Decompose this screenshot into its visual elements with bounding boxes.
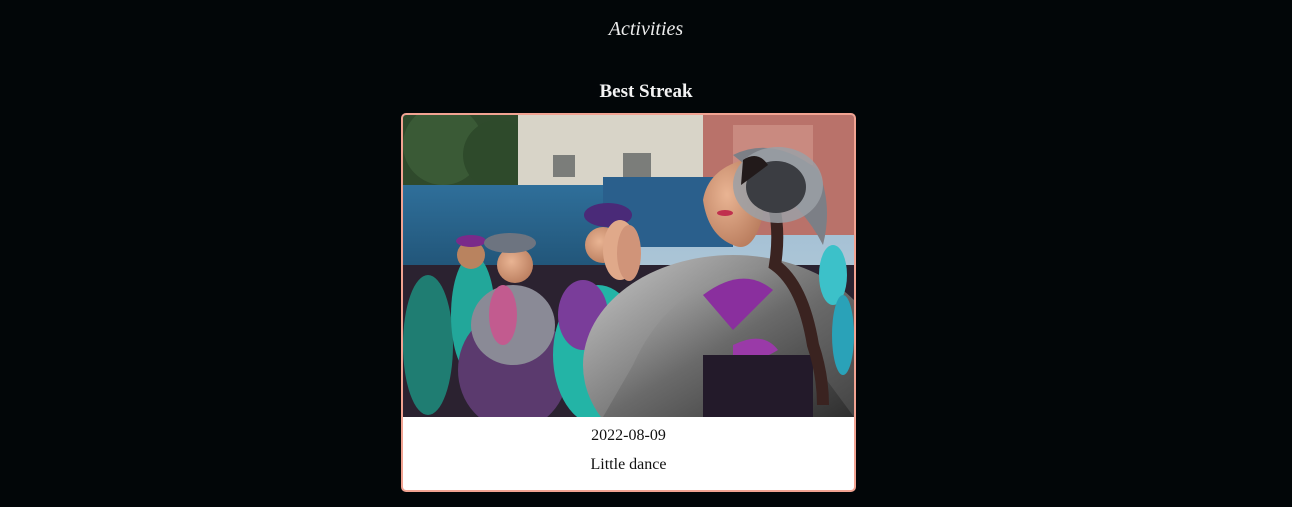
section-title-best-streak: Best Streak [599, 81, 693, 102]
activity-card[interactable]: 2022-08-09 Little dance [401, 113, 856, 492]
activity-date: 2022-08-09 [591, 427, 666, 444]
activity-caption: Little dance [590, 456, 667, 473]
page-title: Activities [608, 18, 684, 40]
activities-page: Activities Best Streak 2022-08-09 Little… [0, 0, 1292, 507]
activity-photo [403, 115, 854, 417]
